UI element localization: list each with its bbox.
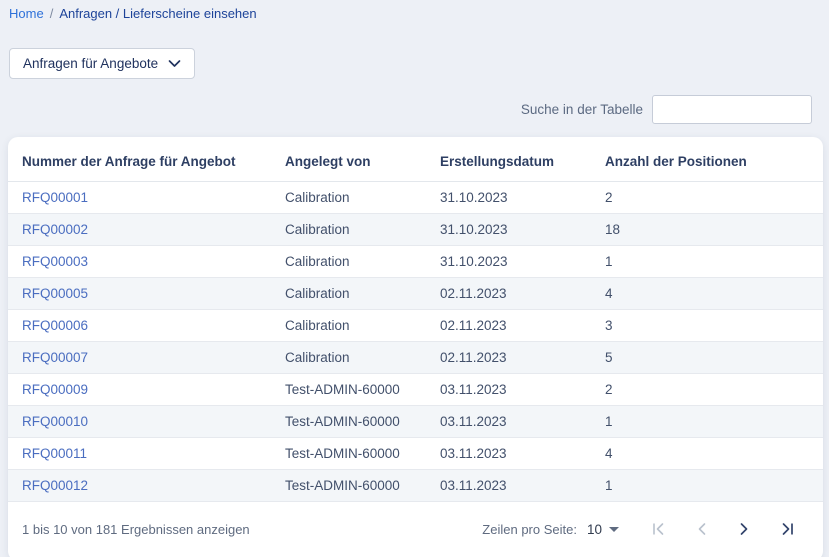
cell-rfq-number: RFQ00003 [8,246,285,278]
rfq-link[interactable]: RFQ00003 [22,254,88,269]
rfq-link[interactable]: RFQ00006 [22,318,88,333]
cell-created-on: 31.10.2023 [440,214,605,246]
cell-positions: 1 [605,246,823,278]
rows-per-page-label: Zeilen pro Seite: [482,522,577,537]
cell-created-by: Calibration [285,310,440,342]
cell-rfq-number: RFQ00009 [8,374,285,406]
cell-created-by: Test-ADMIN-60000 [285,438,440,470]
rows-per-page-select[interactable]: 10 [587,522,619,537]
cell-created-on: 03.11.2023 [440,438,605,470]
table-row: RFQ00007 Calibration02.11.20235 [8,342,823,374]
cell-created-on: 03.11.2023 [440,374,605,406]
cell-rfq-number: RFQ00006 [8,310,285,342]
table-footer: 1 bis 10 von 181 Ergebnissen anzeigen Ze… [8,502,823,557]
table-row: RFQ00011 Test-ADMIN-6000003.11.20234 [8,438,823,470]
table-search-row: Suche in der Tabelle [8,95,821,124]
rfq-link[interactable]: RFQ00005 [22,286,88,301]
cell-created-on: 03.11.2023 [440,470,605,502]
request-type-dropdown-label: Anfragen für Angebote [23,56,158,71]
column-header-created-on: Erstellungsdatum [440,137,605,182]
previous-page-button[interactable] [680,517,723,541]
chevron-right-icon [739,522,750,536]
rfq-link[interactable]: RFQ00011 [22,446,87,461]
table-row: RFQ00009 Test-ADMIN-6000003.11.20232 [8,374,823,406]
cell-positions: 2 [605,182,823,214]
rfq-link[interactable]: RFQ00002 [22,222,88,237]
table-search-label: Suche in der Tabelle [521,102,643,117]
table-row: RFQ00010 Test-ADMIN-6000003.11.20231 [8,406,823,438]
first-page-button[interactable] [637,517,680,541]
cell-positions: 1 [605,470,823,502]
cell-rfq-number: RFQ00012 [8,470,285,502]
request-type-dropdown[interactable]: Anfragen für Angebote [9,48,195,79]
rfq-link[interactable]: RFQ00010 [22,414,88,429]
rfq-link[interactable]: RFQ00009 [22,382,88,397]
cell-positions: 2 [605,374,823,406]
cell-created-on: 03.11.2023 [440,406,605,438]
column-header-created-by: Angelegt von [285,137,440,182]
breadcrumb-home-link[interactable]: Home [9,6,44,21]
chevron-left-icon [696,522,707,536]
cell-positions: 5 [605,342,823,374]
cell-rfq-number: RFQ00007 [8,342,285,374]
table-row: RFQ00003 Calibration31.10.20231 [8,246,823,278]
cell-created-by: Calibration [285,278,440,310]
cell-rfq-number: RFQ00005 [8,278,285,310]
table-row: RFQ00012 Test-ADMIN-6000003.11.20231 [8,470,823,502]
cell-created-on: 02.11.2023 [440,310,605,342]
rfq-link[interactable]: RFQ00007 [22,350,88,365]
last-page-icon [780,522,795,536]
cell-rfq-number: RFQ00001 [8,182,285,214]
page: Home / Anfragen / Lieferscheine einsehen… [0,0,829,557]
rfq-table-card: Nummer der Anfrage für Angebot Angelegt … [8,137,823,557]
cell-created-on: 31.10.2023 [440,182,605,214]
cell-positions: 4 [605,438,823,470]
cell-created-by: Test-ADMIN-60000 [285,470,440,502]
cell-created-by: Calibration [285,342,440,374]
results-count-text: 1 bis 10 von 181 Ergebnissen anzeigen [22,522,250,537]
rfq-link[interactable]: RFQ00001 [22,190,88,205]
last-page-button[interactable] [766,517,809,541]
table-row: RFQ00005 Calibration02.11.20234 [8,278,823,310]
first-page-icon [651,522,666,536]
table-search-input[interactable] [652,95,812,124]
cell-positions: 3 [605,310,823,342]
cell-rfq-number: RFQ00002 [8,214,285,246]
chevron-down-icon [168,59,181,68]
table-row: RFQ00001 Calibration31.10.20232 [8,182,823,214]
cell-created-on: 02.11.2023 [440,342,605,374]
cell-created-by: Test-ADMIN-60000 [285,406,440,438]
table-row: RFQ00002 Calibration31.10.202318 [8,214,823,246]
column-header-rfq-number: Nummer der Anfrage für Angebot [8,137,285,182]
cell-created-by: Calibration [285,182,440,214]
table-header-row: Nummer der Anfrage für Angebot Angelegt … [8,137,823,182]
breadcrumb-separator: / [50,6,54,21]
pager [637,517,809,541]
rfq-table: Nummer der Anfrage für Angebot Angelegt … [8,137,823,502]
caret-down-icon [609,527,619,532]
cell-rfq-number: RFQ00011 [8,438,285,470]
cell-created-by: Test-ADMIN-60000 [285,374,440,406]
cell-rfq-number: RFQ00010 [8,406,285,438]
table-row: RFQ00006 Calibration02.11.20233 [8,310,823,342]
cell-positions: 18 [605,214,823,246]
cell-created-on: 02.11.2023 [440,278,605,310]
rows-per-page-value: 10 [587,522,602,537]
breadcrumb-current: Anfragen / Lieferscheine einsehen [59,6,256,21]
cell-positions: 4 [605,278,823,310]
cell-created-on: 31.10.2023 [440,246,605,278]
cell-created-by: Calibration [285,246,440,278]
breadcrumb: Home / Anfragen / Lieferscheine einsehen [8,4,821,21]
cell-created-by: Calibration [285,214,440,246]
column-header-positions: Anzahl der Positionen [605,137,823,182]
cell-positions: 1 [605,406,823,438]
rfq-link[interactable]: RFQ00012 [22,478,88,493]
next-page-button[interactable] [723,517,766,541]
pagination-controls: Zeilen pro Seite: 10 [482,517,809,541]
